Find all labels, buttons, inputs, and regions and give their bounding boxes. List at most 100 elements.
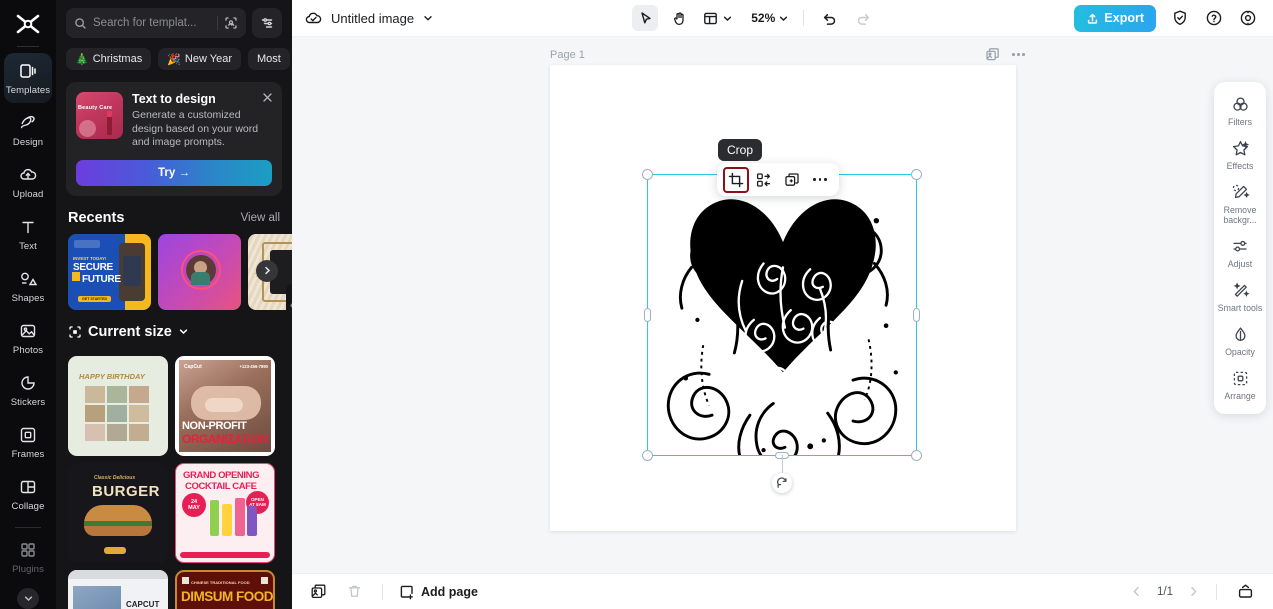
sidebar-item-label: Upload [12, 189, 44, 201]
document-title[interactable]: Untitled image [331, 11, 414, 26]
filter-button[interactable] [252, 8, 282, 38]
hand-tool-button[interactable] [666, 5, 692, 31]
image-search-icon[interactable] [224, 16, 238, 30]
sidebar-item-upload[interactable]: Upload [4, 157, 52, 207]
page-more-horizontal-icon[interactable] [1012, 53, 1025, 56]
chevron-left-icon [1133, 586, 1139, 597]
template-card[interactable]: HAPPY BIRTHDAY [68, 355, 168, 456]
chip-christmas[interactable]: 🎄 Christmas [66, 48, 152, 70]
recents-next-button[interactable] [256, 259, 278, 282]
timeline-toggle-button[interactable] [1233, 580, 1257, 604]
template-card[interactable]: CHINESE TRADITIONAL FOOD DIMSUM FOOD [175, 569, 275, 609]
sidebar-item-shapes[interactable]: Shapes [4, 261, 52, 311]
card-line1: CAPCUT [126, 599, 160, 609]
promo-thumbnail: Beauty Care [76, 92, 123, 139]
recents-view-all-link[interactable]: View all [241, 212, 280, 224]
shield-button[interactable] [1167, 5, 1193, 31]
select-tool-button[interactable] [632, 5, 659, 31]
duplicate-page-button[interactable] [306, 580, 330, 604]
chip-new-year[interactable]: 🎉 New Year [158, 48, 242, 70]
sidebar-item-label: Frames [11, 449, 45, 461]
settings-gear-icon [1240, 10, 1256, 26]
crop-button[interactable] [723, 166, 749, 193]
tool-label: Opacity [1225, 347, 1255, 357]
sidebar-item-templates[interactable]: Templates [4, 53, 52, 104]
sidebar-item-frames[interactable]: Frames [4, 417, 52, 467]
settings-button[interactable] [1235, 5, 1261, 31]
trash-icon [348, 585, 360, 597]
template-card[interactable]: CapCut +123-456-7890 NON-PROFIT ORGANIZA… [175, 355, 275, 456]
rail-collapse-button[interactable] [17, 588, 39, 609]
resize-handle-right[interactable] [913, 308, 920, 322]
rotate-handle[interactable] [772, 473, 792, 493]
resize-handle-bottom-right[interactable] [911, 450, 922, 461]
delete-page-button[interactable] [342, 580, 366, 604]
template-card[interactable]: Classic Delicious BURGER [68, 462, 168, 563]
duplicate-button[interactable] [779, 167, 805, 193]
flip-button[interactable] [751, 167, 777, 193]
promo-description: Generate a customized design based on yo… [132, 109, 259, 148]
capcut-logo-icon[interactable] [0, 6, 56, 42]
sidebar-item-label: Plugins [12, 564, 44, 576]
resize-handle-bottom-left[interactable] [642, 450, 653, 461]
crop-icon [728, 172, 744, 187]
selection-box[interactable] [642, 169, 922, 493]
sidebar-item-text[interactable]: Text [4, 209, 52, 259]
design-icon [17, 112, 39, 134]
more-button[interactable] [807, 167, 833, 193]
tool-smart-tools[interactable]: Smart tools [1215, 276, 1265, 318]
tool-adjust[interactable]: Adjust [1215, 232, 1265, 274]
recents-carousel: INVEST TODAY! SECURE FUTURE GET STARTED … [56, 233, 292, 310]
panel-collapse-handle[interactable] [286, 284, 292, 326]
duplicate-page-icon[interactable] [985, 47, 1000, 62]
opacity-drop-icon [1234, 327, 1246, 341]
promo-try-button[interactable]: Try → [76, 159, 272, 186]
zoom-control[interactable]: 52% [749, 11, 791, 25]
resize-handle-left[interactable] [644, 308, 651, 322]
prev-page-button[interactable] [1130, 585, 1143, 598]
sidebar-item-collage[interactable]: Collage [4, 469, 52, 519]
promo-close-button[interactable] [262, 90, 273, 108]
toolbar-divider [803, 10, 805, 26]
canvas-area[interactable]: Page 1 Crop Filters Effects Remove backg… [292, 37, 1273, 573]
top-toolbar: Untitled image 52% Export [292, 0, 1273, 37]
sidebar-item-label: Stickers [10, 397, 46, 409]
duplicate-page-icon [311, 584, 325, 599]
undo-button[interactable] [816, 5, 842, 31]
next-page-button[interactable] [1187, 585, 1200, 598]
rotate-icon [777, 477, 787, 488]
redo-button[interactable] [850, 5, 876, 31]
capcut-editor-window: Templates Design Upload Text Shapes Phot… [0, 0, 1273, 609]
sidebar-item-plugins[interactable]: Plugins [4, 532, 52, 582]
template-card[interactable]: GRAND OPENING COCKTAIL CAFE 24 MAY OPEN … [175, 462, 275, 563]
recent-template-card[interactable] [158, 233, 241, 310]
sidebar-item-design[interactable]: Design [4, 105, 52, 155]
sidebar-item-stickers[interactable]: Stickers [4, 365, 52, 415]
rail-divider-bottom [15, 527, 41, 529]
sidebar-item-photos[interactable]: Photos [4, 313, 52, 363]
layout-tool-button[interactable] [700, 10, 735, 27]
help-button[interactable] [1201, 5, 1227, 31]
rotate-stem [782, 455, 783, 475]
current-size-header[interactable]: Current size [56, 310, 292, 348]
page-header: Page 1 [550, 47, 1025, 62]
export-button[interactable]: Export [1074, 4, 1157, 32]
tool-effects[interactable]: Effects [1215, 134, 1265, 176]
bottom-divider [382, 583, 383, 600]
card-brand: CapCut [184, 363, 202, 370]
resize-handle-top-right[interactable] [911, 169, 922, 180]
tool-arrange[interactable]: Arrange [1215, 364, 1265, 406]
tool-remove-background[interactable]: Remove backgr... [1215, 178, 1265, 230]
category-chips: 🎄 Christmas 🎉 New Year Most [56, 38, 292, 70]
template-card[interactable]: CAPCUT COMPANY [68, 569, 168, 609]
tool-filters[interactable]: Filters [1215, 90, 1265, 132]
chip-label: Christmas [92, 53, 143, 65]
resize-handle-top-left[interactable] [642, 169, 653, 180]
recent-template-card[interactable]: INVEST TODAY! SECURE FUTURE GET STARTED [68, 233, 151, 310]
tool-opacity[interactable]: Opacity [1215, 320, 1265, 362]
document-title-chevron-down-icon[interactable] [422, 12, 434, 24]
search-input[interactable]: Search for templat... [66, 8, 246, 38]
arrange-icon [1233, 371, 1247, 386]
add-page-button[interactable]: Add page [399, 584, 478, 600]
chip-most[interactable]: Most [248, 48, 290, 70]
